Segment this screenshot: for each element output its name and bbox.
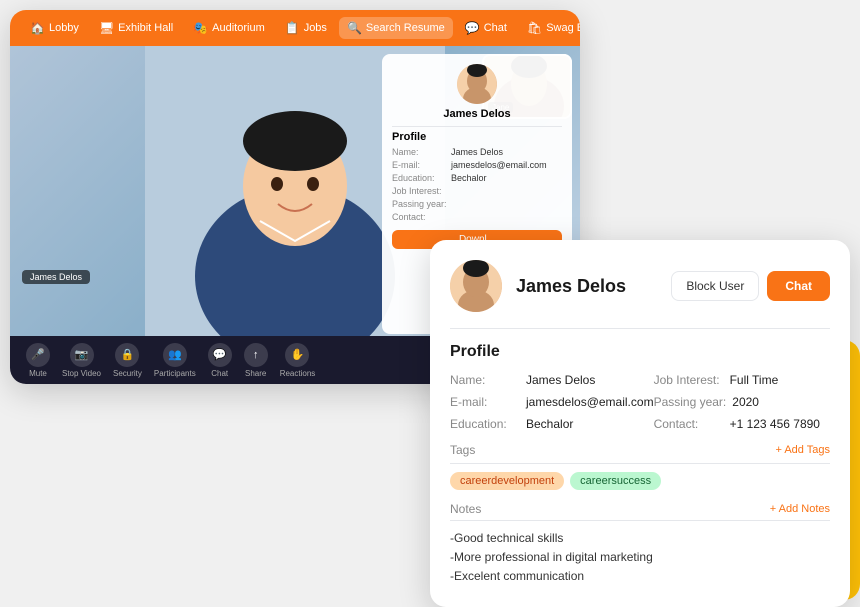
nav-swag[interactable]: 🛍 Swag Bag (519, 17, 580, 39)
nav-exhibit[interactable]: 🖥 Exhibit Hall (91, 17, 181, 39)
profile-card: James Delos Block User Chat Profile Name… (430, 240, 850, 607)
inline-field-name: Name: James Delos (392, 147, 562, 157)
tag-career-dev: careerdevelopment (450, 472, 564, 490)
search-icon: 🔍 (347, 21, 362, 35)
share-icon: ↑ (244, 343, 268, 367)
nav-bar: 🏠 Lobby 🖥 Exhibit Hall 🎭 Auditorium 📋 Jo… (10, 10, 580, 46)
stop-video-button[interactable]: 📷 Stop Video (62, 343, 101, 378)
note-line-3: -Excelent communication (450, 567, 830, 586)
camera-icon: 📷 (70, 343, 94, 367)
swag-icon: 🛍 (527, 21, 542, 35)
jobs-icon: 📋 (285, 21, 300, 35)
main-wrapper: 🏠 Lobby 🖥 Exhibit Hall 🎭 Auditorium 📋 Jo… (10, 10, 850, 590)
inline-field-email: E-mail: jamesdelos@email.com (392, 160, 562, 170)
inline-field-contact: Contact: (392, 212, 562, 222)
pc-field-jobint: Job Interest: Full Time (654, 373, 830, 387)
tags-list: careerdevelopment careersuccess (450, 472, 830, 490)
controls-group-left: 🎤 Mute 📷 Stop Video 🔒 Security 👥 Partici… (26, 343, 315, 378)
chat-ctrl-icon: 💬 (208, 343, 232, 367)
profile-card-avatar (450, 260, 502, 312)
tags-row: Tags + Add Tags (450, 443, 830, 457)
profile-card-grid: Name: James Delos Job Interest: Full Tim… (450, 373, 830, 431)
nav-chat[interactable]: 💬 Chat (457, 17, 515, 39)
notes-divider (450, 520, 830, 521)
add-notes-button[interactable]: + Add Notes (770, 503, 830, 515)
inline-field-passing: Passing year: (392, 199, 562, 209)
home-icon: 🏠 (30, 21, 45, 35)
chat-action-button[interactable]: Chat (767, 271, 830, 301)
pc-field-email: E-mail: jamesdelos@email.com (450, 395, 654, 409)
note-line-1: -Good technical skills (450, 529, 830, 548)
pc-field-contact: Contact: +1 123 456 7890 (654, 417, 830, 431)
mute-icon: 🎤 (26, 343, 50, 367)
nav-jobs[interactable]: 📋 Jobs (277, 17, 335, 39)
participants-icon: 👥 (163, 343, 187, 367)
add-tags-button[interactable]: + Add Tags (775, 444, 830, 456)
tag-career-success: careersuccess (570, 472, 661, 490)
profile-card-divider (450, 328, 830, 329)
pc-field-passing: Passing year: 2020 (654, 395, 830, 409)
chat-button-ctrl[interactable]: 💬 Chat (208, 343, 232, 378)
notes-label: Notes (450, 502, 481, 516)
video-name-badge: James Delos (22, 270, 90, 284)
reactions-button[interactable]: ✋ Reactions (280, 343, 316, 378)
inline-section-title: Profile (392, 131, 562, 143)
nav-auditorium[interactable]: 🎭 Auditorium (185, 17, 273, 39)
inline-field-jobint: Job Interest: (392, 186, 562, 196)
profile-card-name: James Delos (516, 276, 657, 297)
security-icon: 🔒 (115, 343, 139, 367)
tags-label: Tags (450, 443, 475, 457)
exhibit-icon: 🖥 (99, 21, 114, 35)
participants-button[interactable]: 👥 Participants (154, 343, 196, 378)
notes-content: -Good technical skills -More professiona… (450, 529, 830, 587)
inline-profile-name: James Delos (392, 108, 562, 120)
profile-card-section: Profile (450, 343, 830, 361)
profile-card-actions: Block User Chat (671, 271, 830, 301)
note-line-2: -More professional in digital marketing (450, 548, 830, 567)
pc-field-name: Name: James Delos (450, 373, 654, 387)
mute-button[interactable]: 🎤 Mute (26, 343, 50, 378)
pc-field-edu: Education: Bechalor (450, 417, 654, 431)
block-user-button[interactable]: Block User (671, 271, 759, 301)
tag-divider (450, 463, 830, 464)
notes-row: Notes + Add Notes (450, 502, 830, 516)
nav-search-resume[interactable]: 🔍 Search Resume (339, 17, 453, 39)
profile-card-header: James Delos Block User Chat (450, 260, 830, 312)
inline-field-edu: Education: Bechalor (392, 173, 562, 183)
nav-lobby[interactable]: 🏠 Lobby (22, 17, 87, 39)
chat-icon: 💬 (465, 21, 480, 35)
share-button[interactable]: ↑ Share (244, 343, 268, 378)
reactions-icon: ✋ (285, 343, 309, 367)
security-button[interactable]: 🔒 Security (113, 343, 142, 378)
inline-avatar (457, 64, 497, 104)
auditorium-icon: 🎭 (193, 21, 208, 35)
